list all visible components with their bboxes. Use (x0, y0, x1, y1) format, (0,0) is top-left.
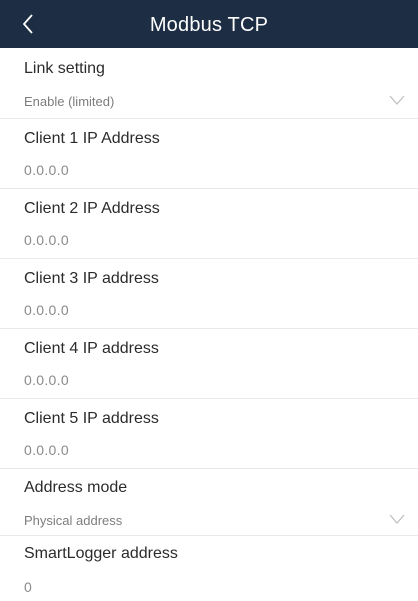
client-3-ip-label: Client 3 IP address (24, 270, 159, 287)
client-2-ip-label: Client 2 IP Address (24, 200, 160, 217)
smartlogger-address-value: 0 (24, 579, 33, 595)
page-title: Modbus TCP (149, 14, 269, 36)
link-setting-value: Enable (limited) (24, 94, 115, 109)
client-2-ip-value: 0.0.0.0 (24, 232, 69, 248)
smartlogger-address-field[interactable]: SmartLogger address 0 (0, 536, 418, 601)
link-setting-label: Link setting (24, 60, 105, 77)
address-mode-select[interactable]: Address mode Physical address (0, 469, 418, 535)
address-mode-value: Physical address (24, 513, 123, 528)
client-5-ip-label: Client 5 IP address (24, 410, 159, 427)
client-4-ip-value: 0.0.0.0 (24, 372, 69, 388)
chevron-down-icon (389, 514, 405, 524)
address-mode-label: Address mode (24, 479, 128, 496)
client-4-ip-field[interactable]: Client 4 IP address 0.0.0.0 (0, 329, 418, 398)
client-1-ip-value: 0.0.0.0 (24, 162, 69, 178)
app-header: Modbus TCP (0, 0, 418, 48)
client-4-ip-label: Client 4 IP address (24, 340, 159, 357)
client-1-ip-field[interactable]: Client 1 IP Address 0.0.0.0 (0, 119, 418, 188)
client-1-ip-label: Client 1 IP Address (24, 130, 160, 147)
client-2-ip-field[interactable]: Client 2 IP Address 0.0.0.0 (0, 189, 418, 258)
client-5-ip-field[interactable]: Client 5 IP address 0.0.0.0 (0, 399, 418, 468)
client-3-ip-field[interactable]: Client 3 IP address 0.0.0.0 (0, 259, 418, 328)
client-5-ip-value: 0.0.0.0 (24, 442, 69, 458)
link-setting-select[interactable]: Link setting Enable (limited) (0, 48, 418, 118)
client-3-ip-value: 0.0.0.0 (24, 302, 69, 318)
smartlogger-address-label: SmartLogger address (24, 545, 178, 562)
chevron-down-icon (389, 95, 405, 105)
